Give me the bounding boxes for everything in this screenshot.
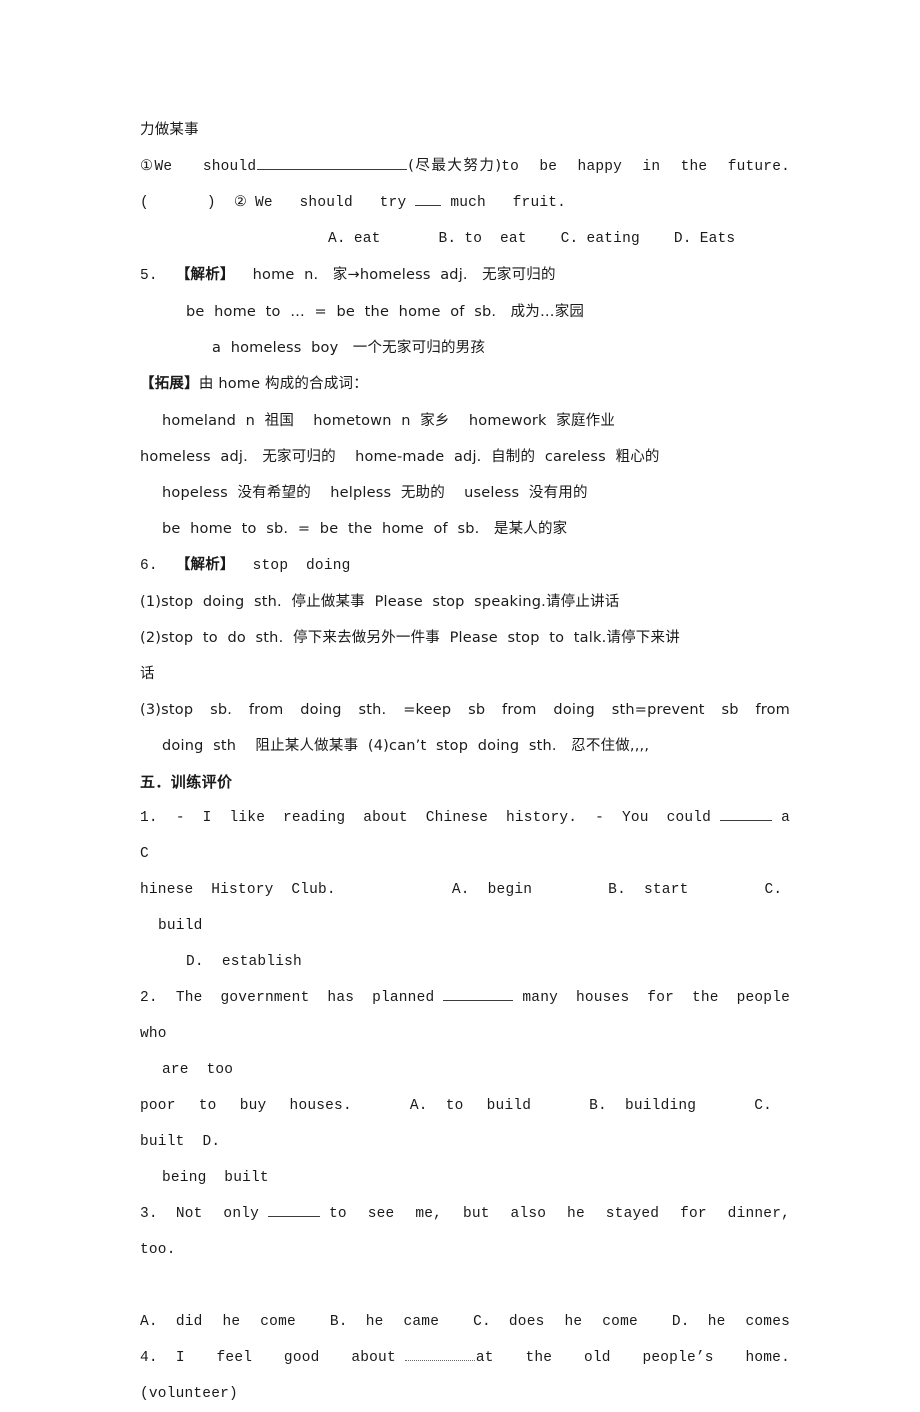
exercise-1-blank[interactable] xyxy=(720,807,773,821)
exercise-1-option-label-b: B. xyxy=(608,882,626,898)
item-2-stem: We should try xyxy=(255,195,407,211)
expansion-line-2: homeless adj. 无家可归的 home-made adj. 自制的 c… xyxy=(140,449,660,465)
exercise-1-option-b[interactable]: start xyxy=(644,882,689,898)
document-page: 力做某事 ①We should (尽最大努力)to be happy in the… xyxy=(0,0,920,1402)
expansion-tag: 【拓展】 xyxy=(140,376,199,392)
exercise-1-option-label-c: C. xyxy=(764,882,783,898)
exercise-3-option-b[interactable]: he came xyxy=(366,1314,439,1330)
exercise-2-stem-end: poor to buy houses. xyxy=(140,1098,352,1114)
note-6-line-5: doing sth 阻止某人做某事 (4)can’t stop doing st… xyxy=(162,738,650,754)
exercise-1-option-label-a: A. xyxy=(451,882,470,898)
note-5-tag: 【解析】 xyxy=(175,267,235,283)
section-heading: 五．训练评价 xyxy=(140,773,233,791)
note-6-line-1: (1)stop doing sth. 停止做某事 Please stop spe… xyxy=(140,594,620,610)
expansion-header: 【拓展】由 home 构成的合成词： xyxy=(140,366,790,403)
exercise-1-option-c[interactable]: build xyxy=(158,918,203,934)
exercise-1-option-d[interactable]: establish xyxy=(222,954,302,970)
continuation-line: 力做某事 xyxy=(140,122,199,138)
exercise-2-option-b[interactable]: building xyxy=(625,1098,696,1114)
fill-in-item-1: ①We should (尽最大努力)to be happy in the futu… xyxy=(140,148,790,185)
note-5-line-2: be home to … = be the home of sb. 成为…家园 xyxy=(186,304,585,320)
note-6-number: 6. xyxy=(140,558,158,574)
option-label-b: B. xyxy=(438,231,457,247)
document-body: 力做某事 ①We should (尽最大努力)to be happy in the… xyxy=(140,112,790,1412)
exercise-2-option-label-a: A. xyxy=(409,1098,428,1114)
expansion-title: 由 home 构成的合成词： xyxy=(198,376,368,392)
item-2-circle-number: ② xyxy=(233,195,248,211)
option-text-a[interactable]: eat xyxy=(354,231,381,247)
note-5-line-3: a homeless boy 一个无家可归的男孩 xyxy=(212,340,486,356)
exercise-2-stem: The government has planned xyxy=(175,990,435,1006)
note-5-head: home n. 家→homeless adj. 无家可归的 xyxy=(252,267,556,283)
note-6-header: 6. 【解析】 stop doing xyxy=(140,547,790,584)
exercise-1-stem-cont: hinese History Club. xyxy=(140,882,336,898)
exercise-3-option-label-b: B. xyxy=(329,1314,348,1330)
exercise-2-number: 2. xyxy=(140,990,158,1006)
option-text-b[interactable]: to eat xyxy=(464,231,526,247)
option-text-c[interactable]: eating xyxy=(586,231,639,247)
exercise-2-blank[interactable] xyxy=(443,987,514,1001)
exercise-4-blank[interactable] xyxy=(404,1347,475,1361)
item-1-blank[interactable] xyxy=(257,156,408,170)
answer-paren-close: ) xyxy=(206,195,216,211)
exercise-1-option-a[interactable]: begin xyxy=(488,882,533,898)
note-6-line-2: (2)stop to do sth. 停下来去做另外一件事 Please sto… xyxy=(140,630,680,646)
item-1-text-after: to be happy in the future. xyxy=(501,159,790,175)
exercise-3-blank[interactable] xyxy=(268,1203,321,1217)
expansion-line-1: homeland n 祖国 hometown n 家乡 homework 家庭作… xyxy=(162,413,616,429)
exercise-1-line-3: D. establish xyxy=(140,944,790,980)
exercise-1-line-2: hinese History Club. A. begin B. start C. buil… xyxy=(140,872,790,944)
options-row-fruit: A. eat B. to eat C. eating D. Eats xyxy=(140,221,790,257)
exercise-1-number: 1. xyxy=(140,810,158,826)
note-6-line-4: (3)stop sb. from doing sth. =keep sb fro… xyxy=(140,702,790,718)
exercise-3-option-d[interactable]: he comes xyxy=(708,1314,790,1330)
exercise-2-line-3: poor to buy houses. A. to build B. building C… xyxy=(140,1088,790,1160)
exercise-1-line-1: 1. - I like reading about Chinese history… xyxy=(140,800,790,872)
item-2-tail: much fruit. xyxy=(450,195,567,211)
exercise-2-line-2: are too xyxy=(162,1062,234,1078)
exercise-1-stem: - I like reading about Chinese history. … xyxy=(175,810,712,826)
item-2-blank[interactable] xyxy=(415,192,442,206)
option-label-c: C. xyxy=(560,231,579,247)
exercise-4-stem: I feel good about xyxy=(175,1350,396,1366)
expansion-line-4: be home to sb. = be the home of sb. 是某人的… xyxy=(162,521,568,537)
exercise-3-option-c[interactable]: does he come xyxy=(509,1314,638,1330)
exercise-3-option-label-d: D. xyxy=(671,1314,690,1330)
exercise-2-option-label-d: D. xyxy=(202,1134,221,1150)
option-label-a: A. xyxy=(328,231,346,247)
note-6-tag: 【解析】 xyxy=(175,557,235,573)
exercise-4-line-1: 4. I feel good about at the old people’s h… xyxy=(140,1340,790,1412)
exercise-3-option-label-c: C. xyxy=(473,1314,491,1330)
item-1-text-before: ①We should xyxy=(140,159,257,175)
note-6-head: stop doing xyxy=(252,558,351,574)
note-5-number: 5. xyxy=(140,268,158,284)
exercise-3-number: 3. xyxy=(140,1206,158,1222)
exercise-2-line-4[interactable]: being built xyxy=(140,1160,790,1196)
note-6-line-3: 话 xyxy=(140,666,155,682)
exercise-2-option-c[interactable]: built xyxy=(140,1134,185,1150)
exercise-2-option-label-c: C. xyxy=(754,1098,772,1114)
exercise-2-line-1: 2. The government has planned many houses … xyxy=(140,980,790,1052)
exercise-3-option-label-a: A. xyxy=(140,1314,158,1330)
exercise-3-options: A. did he come B. he came C. does he come D. he… xyxy=(140,1304,790,1340)
option-label-d: D. xyxy=(673,231,692,247)
exercise-2-option-label-b: B. xyxy=(589,1098,607,1114)
note-5-header: 5. 【解析】 home n. 家→homeless adj. 无家可归的 xyxy=(140,257,790,294)
option-text-d[interactable]: Eats xyxy=(700,231,736,247)
exercise-3-line-1: 3. Not only to see me, but also he stayed … xyxy=(140,1196,790,1268)
exercise-2-option-a[interactable]: to build xyxy=(446,1098,531,1114)
choice-marker-line-2: () ② We should try much fruit. xyxy=(140,185,790,221)
exercise-4-number: 4. xyxy=(140,1350,158,1366)
spacer-row xyxy=(140,1268,790,1304)
answer-paren-open: ( xyxy=(140,195,149,211)
exercise-3-option-a[interactable]: did he come xyxy=(176,1314,296,1330)
exercise-1-option-label-d: D. xyxy=(186,954,204,970)
expansion-line-3: hopeless 没有希望的 helpless 无助的 useless 没有用的 xyxy=(162,485,588,501)
item-1-paren-hint: (尽最大努力) xyxy=(408,158,502,174)
exercise-3-stem: Not only xyxy=(175,1206,260,1222)
